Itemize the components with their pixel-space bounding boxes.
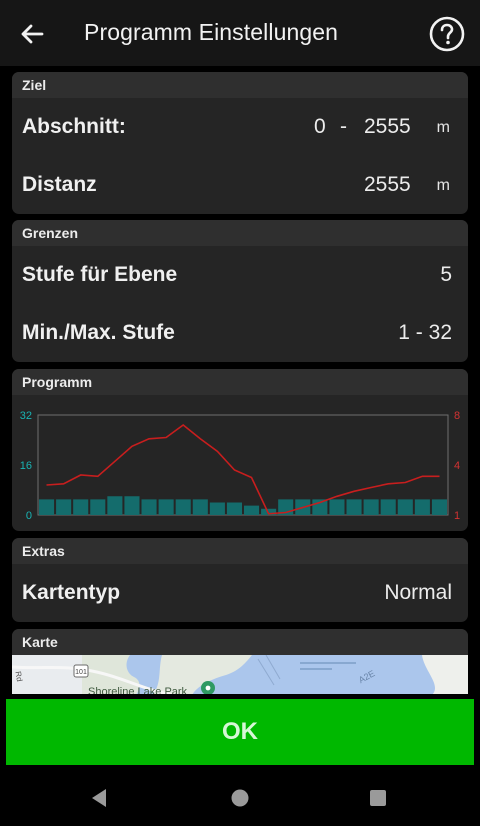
system-nav-bar bbox=[0, 770, 480, 826]
ziel-card: Ziel Abschnitt: 0 - 2555 m Distanz 2555 … bbox=[12, 72, 468, 214]
chart-bar bbox=[414, 499, 430, 515]
map-place-label: Shoreline Lake Park bbox=[88, 686, 188, 694]
map-road-label: 101 bbox=[75, 669, 87, 676]
chart-bar bbox=[56, 499, 72, 515]
programm-chart-svg: 32 16 0 8 4 1 bbox=[20, 410, 460, 522]
nav-recents-square-icon bbox=[370, 790, 386, 806]
kartentyp-value[interactable]: Normal bbox=[384, 581, 452, 605]
abschnitt-separator: - bbox=[340, 115, 347, 138]
chart-bar bbox=[431, 499, 447, 515]
chart-bar bbox=[244, 505, 260, 515]
y-left-tick-label: 32 bbox=[20, 410, 32, 422]
karte-header: Karte bbox=[12, 629, 468, 655]
distanz-value: 2555 bbox=[364, 173, 411, 196]
chart-line-series bbox=[46, 423, 440, 515]
programm-chart[interactable]: 32 16 0 8 4 1 bbox=[12, 395, 468, 531]
extras-header: Extras bbox=[12, 538, 468, 564]
chart-bar bbox=[192, 499, 208, 515]
chart-bar bbox=[346, 499, 362, 515]
page-title: Programm Einstellungen bbox=[84, 19, 339, 45]
map-view[interactable]: 101 Rd Shoreline Lake Park A2E bbox=[12, 655, 468, 694]
abschnitt-to-value[interactable]: 2555 bbox=[364, 115, 411, 139]
map-graphic: 101 Rd Shoreline Lake Park A2E bbox=[12, 655, 468, 694]
y-right-tick-label: 1 bbox=[454, 510, 460, 522]
y-left-tick-label: 16 bbox=[20, 460, 32, 472]
stufe-ebene-value: 5 bbox=[440, 263, 452, 286]
y-right-tick-label: 4 bbox=[454, 460, 460, 472]
help-circle-icon bbox=[429, 16, 465, 52]
stufe-ebene-label: Stufe für Ebene bbox=[22, 263, 178, 286]
chart-bar bbox=[363, 499, 379, 515]
nav-recents-button[interactable] bbox=[364, 784, 392, 812]
extras-card: Extras Kartentyp Normal bbox=[12, 538, 468, 622]
grenzen-card: Grenzen Stufe für Ebene 5 Min./Max. Stuf… bbox=[12, 220, 468, 362]
nav-home-button[interactable] bbox=[226, 784, 254, 812]
nav-home-circle-icon bbox=[231, 789, 249, 807]
chart-bar bbox=[329, 499, 345, 515]
distanz-row[interactable]: Distanz 2555 m bbox=[12, 156, 468, 214]
chart-bar bbox=[107, 496, 123, 515]
karte-card: Karte 101 Rd Shoreline Lake Park A2E bbox=[12, 629, 468, 694]
app-bar: Programm Einstellungen bbox=[0, 0, 480, 66]
kartentyp-label: Kartentyp bbox=[22, 581, 121, 604]
back-button[interactable] bbox=[14, 16, 50, 52]
minmax-stufe-row[interactable]: Min./Max. Stufe 1 - 32 bbox=[12, 304, 468, 362]
distanz-label: Distanz bbox=[22, 173, 97, 196]
programm-card: Programm 32 16 0 8 4 1 bbox=[12, 369, 468, 531]
chart-bar bbox=[175, 499, 191, 515]
ok-button[interactable]: OK bbox=[6, 699, 474, 765]
stufe-ebene-row[interactable]: Stufe für Ebene 5 bbox=[12, 246, 468, 304]
settings-list[interactable]: Ziel Abschnitt: 0 - 2555 m Distanz 2555 … bbox=[0, 66, 480, 694]
abschnitt-from-value[interactable]: 0 bbox=[314, 115, 326, 139]
distanz-unit: m bbox=[436, 177, 450, 194]
nav-back-triangle-icon bbox=[92, 789, 106, 807]
arrow-left-icon bbox=[21, 24, 44, 44]
grenzen-header: Grenzen bbox=[12, 220, 468, 246]
nav-back-button[interactable] bbox=[86, 784, 114, 812]
abschnitt-row[interactable]: Abschnitt: 0 - 2555 m bbox=[12, 98, 468, 156]
chart-bar bbox=[141, 499, 157, 515]
chart-bar bbox=[39, 499, 55, 515]
chart-bar bbox=[380, 499, 396, 515]
chart-bar bbox=[124, 496, 140, 515]
help-button[interactable] bbox=[428, 15, 466, 53]
abschnitt-unit: m bbox=[436, 119, 450, 136]
chart-bar bbox=[90, 499, 106, 515]
y-left-tick-label: 0 bbox=[26, 510, 32, 522]
programm-header: Programm bbox=[12, 369, 468, 395]
abschnitt-label: Abschnitt: bbox=[22, 115, 126, 138]
y-right-tick-label: 8 bbox=[454, 410, 460, 422]
minmax-stufe-label: Min./Max. Stufe bbox=[22, 321, 175, 344]
kartentyp-row[interactable]: Kartentyp Normal bbox=[12, 564, 468, 622]
chart-bar bbox=[397, 499, 413, 515]
map-edge-label: Rd bbox=[13, 671, 24, 683]
ziel-header: Ziel bbox=[12, 72, 468, 98]
chart-bar bbox=[73, 499, 89, 515]
minmax-stufe-value: 1 - 32 bbox=[398, 321, 452, 344]
chart-bar bbox=[226, 502, 242, 515]
chart-bar bbox=[209, 502, 225, 515]
chart-bar bbox=[158, 499, 174, 515]
